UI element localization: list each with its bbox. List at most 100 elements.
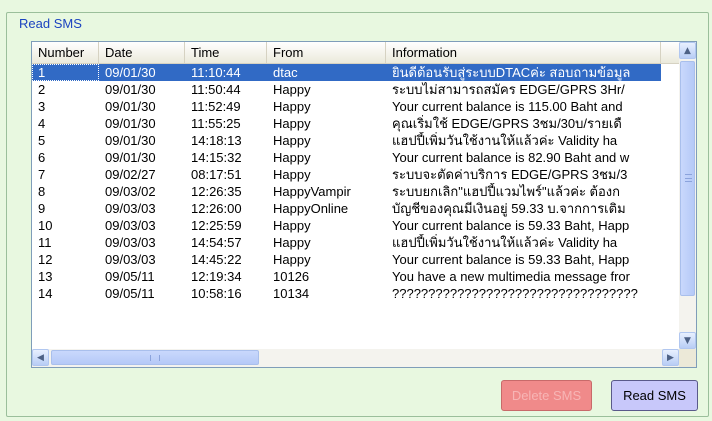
cell-time: 14:54:57 [191,235,242,250]
cell-number: 13 [38,269,53,284]
cell-number: 3 [38,99,46,114]
horizontal-scrollbar[interactable]: ◀ ▶ [32,349,679,367]
cell-from: HappyVampir [273,184,351,199]
cell-information: บัญชีของคุณมีเงินอยู่ 59.33 บ.จากการเติม [392,201,626,216]
cell-from: dtac [267,64,386,81]
table-row[interactable]: 4 09/01/30 11:55:25 Happy คุณเริ่มใช้ EDGE/G… [32,115,679,132]
cell-time: 11:55:25 [191,116,241,131]
cell-from: Happy [273,252,311,267]
cell-date: 09/01/30 [99,64,185,81]
vertical-scroll-thumb[interactable] [680,61,695,296]
cell-number: 9 [38,201,46,216]
column-header-date[interactable]: Date [99,42,185,64]
cell-from: Happy [273,150,311,165]
cell-information: Your current balance is 82.90 Baht and w [392,150,630,165]
grip-icon [685,174,692,182]
cell-number: 10 [38,218,53,233]
table-row[interactable]: 10 09/03/03 12:25:59 Happy Your current bala… [32,217,679,234]
cell-time: 11:50:44 [191,82,241,97]
horizontal-scroll-thumb[interactable] [51,350,259,365]
chevron-down-icon[interactable]: ▼ [679,332,696,349]
cell-number: 1 [32,64,99,81]
cell-number: 4 [38,116,46,131]
cell-time: 14:15:32 [191,150,242,165]
cell-information: ?????????????????????????????????? [392,286,638,301]
cell-from: Happy [273,133,311,148]
cell-information: Your current balance is 59.33 Baht, Happ [392,218,630,233]
table-row[interactable]: 5 09/01/30 14:18:13 Happy แฮปปี้เพิ่มวันใช้ง… [32,132,679,149]
cell-date: 09/03/03 [105,218,156,233]
column-header-information[interactable]: Information [386,42,661,64]
cell-information: Your current balance is 59.33 Baht, Happ [392,252,630,267]
scrollbar-corner [679,349,696,367]
cell-time: 11:52:49 [191,99,241,114]
chevron-up-icon[interactable]: ▲ [679,42,696,59]
cell-information: You have a new multimedia message fror [392,269,630,284]
cell-number: 12 [38,252,53,267]
cell-information: Your current balance is 115.00 Baht and [392,99,623,114]
sms-list[interactable]: Number Date Time From Information 1 09/01… [31,41,697,368]
cell-from: 10126 [273,269,310,284]
cell-time: 12:26:00 [191,201,242,216]
table-row[interactable]: 13 09/05/11 12:19:34 10126 You have a new mu… [32,268,679,285]
cell-date: 09/02/27 [105,167,156,182]
column-header-time[interactable]: Time [185,42,267,64]
table-row[interactable]: 6 09/01/30 14:15:32 Happy Your current balan… [32,149,679,166]
chevron-left-icon[interactable]: ◀ [32,349,49,366]
cell-date: 09/01/30 [105,116,156,131]
cell-number: 8 [38,184,46,199]
cell-date: 09/03/03 [105,252,156,267]
cell-time: 12:25:59 [191,218,242,233]
table-row[interactable]: 9 09/03/03 12:26:00 HappyOnline บัญชีของคุณม… [32,200,679,217]
group-title: Read SMS [17,16,84,32]
table-row[interactable]: 2 09/01/30 11:50:44 Happy ระบบไม่สามารถสมัคร… [32,81,679,98]
column-header-from[interactable]: From [267,42,386,64]
chevron-right-icon[interactable]: ▶ [662,349,679,366]
table-row[interactable]: 8 09/03/02 12:26:35 HappyVampir ระบบยกเลิก"แ… [32,183,679,200]
table-row[interactable]: 11 09/03/03 14:54:57 Happy แฮปปี้เพิ่มวันใช้… [32,234,679,251]
cell-time: 12:19:34 [191,269,242,284]
cell-information: ระบบจะตัดค่าบริการ EDGE/GPRS 3ชม/3 [392,167,628,182]
table-body: 1 09/01/30 11:10:44 dtac ยินดีต้อนรับสู่ระบบ… [32,64,679,349]
table-row[interactable]: 1 09/01/30 11:10:44 dtac ยินดีต้อนรับสู่ระบบ… [32,64,679,81]
cell-time: 14:18:13 [191,133,242,148]
column-header-number[interactable]: Number [32,42,99,64]
cell-number: 7 [38,167,46,182]
table-row[interactable]: 7 09/02/27 08:17:51 Happy ระบบจะตัดค่าบริการ… [32,166,679,183]
table-row[interactable]: 14 09/05/11 10:58:16 10134?????????????????… [32,285,679,302]
cell-date: 09/01/30 [105,99,156,114]
table-row[interactable]: 12 09/03/03 14:45:22 Happy Your current bala… [32,251,679,268]
delete-sms-button[interactable]: Delete SMS [501,380,592,411]
cell-from: Happy [273,218,311,233]
cell-date: 09/01/30 [105,133,156,148]
cell-time: 10:58:16 [191,286,242,301]
cell-time: 14:45:22 [191,252,242,267]
cell-time: 11:10:44 [185,64,267,81]
cell-from: Happy [273,167,311,182]
cell-number: 2 [38,82,46,97]
cell-number: 5 [38,133,46,148]
table-header: Number Date Time From Information [32,42,679,64]
cell-information: ระบบไม่สามารถสมัคร EDGE/GPRS 3Hr/ [392,82,625,97]
read-sms-button[interactable]: Read SMS [611,380,698,411]
cell-from: Happy [273,82,311,97]
cell-information: ยินดีต้อนรับสู่ระบบDTACค่ะ สอบถามข้อมูล [386,64,661,81]
cell-time: 12:26:35 [191,184,242,199]
cell-date: 09/03/03 [105,201,156,216]
cell-from: Happy [273,235,311,250]
cell-information: ระบบยกเลิก"แฮปปี้แวมไพร์"แล้วค่ะ ต้องก [392,184,621,199]
cell-date: 09/03/03 [105,235,156,250]
cell-from: 10134 [273,286,310,301]
cell-date: 09/01/30 [105,82,156,97]
cell-information: แฮปปี้เพิ่มวันใช้งานให้แล้วค่ะ Validity … [392,133,618,148]
vertical-scrollbar[interactable]: ▲ ▼ [679,42,696,349]
cell-from: HappyOnline [273,201,349,216]
cell-information: คุณเริ่มใช้ EDGE/GPRS 3ชม/30บ/รายเดื [392,116,622,131]
cell-from: Happy [273,99,311,114]
cell-from: Happy [273,116,311,131]
table-row[interactable]: 3 09/01/30 11:52:49 Happy Your current balan… [32,98,679,115]
cell-date: 09/05/11 [105,269,155,284]
cell-number: 11 [38,235,52,250]
cell-information: แฮปปี้เพิ่มวันใช้งานให้แล้วค่ะ Validity … [392,235,618,250]
cell-number: 6 [38,150,46,165]
